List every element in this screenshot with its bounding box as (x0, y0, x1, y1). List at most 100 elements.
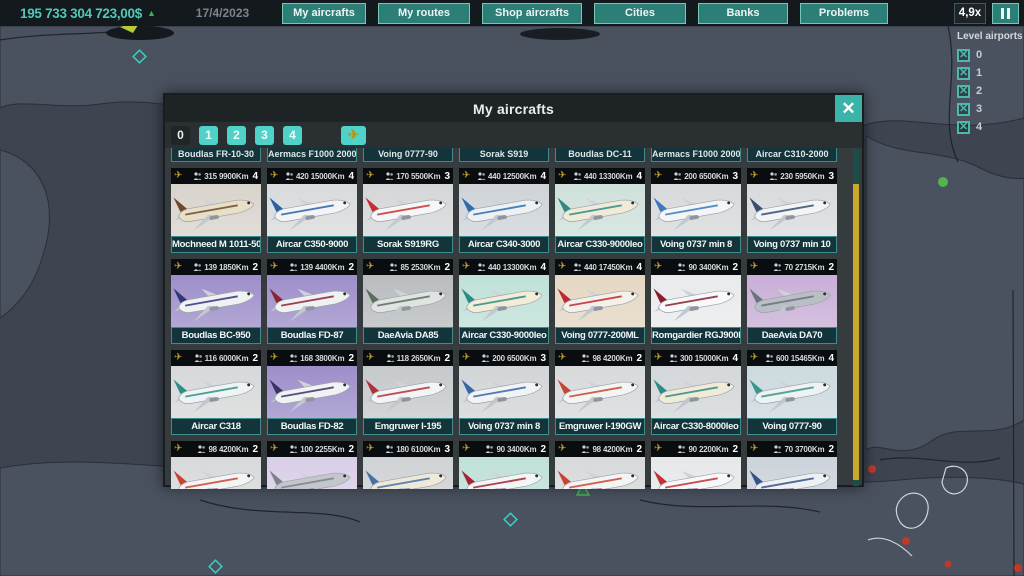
plane-icon: ✈ (270, 168, 278, 184)
my-aircrafts-button[interactable]: My aircrafts (282, 3, 366, 24)
aircraft-card[interactable]: ✈ 116 6000Km 2 Aircar C318 (171, 350, 261, 435)
aircraft-card[interactable]: ✈ 90 3400Km 2 Romgardier RGJ900LR (651, 259, 741, 344)
level-badge: 2 (348, 353, 354, 364)
aircraft-card[interactable]: ✈ 139 1850Km 2 Boudlas BC-950 (171, 259, 261, 344)
level-badge: 3 (828, 171, 834, 182)
level-badge: 2 (252, 353, 258, 364)
aircraft-card[interactable]: ✈ 85 2530Km 2 DaeAvia DA85 (363, 259, 453, 344)
aircraft-card[interactable]: ✈ 90 2200Km 2 (651, 441, 741, 489)
pause-button[interactable] (992, 3, 1019, 24)
aircraft-card[interactable]: ✈ 200 6500Km 3 Voing 0737 min 8 (459, 350, 549, 435)
aircraft-card[interactable]: ✈ 100 2255Km 2 (267, 441, 357, 489)
close-icon[interactable]: ✕ (835, 95, 862, 122)
aircraft-stats-bar: ✈ 200 6500Km 3 (459, 350, 549, 366)
level-filter-0[interactable]: ✕ 0 (957, 46, 1021, 64)
aircraft-card[interactable]: ✈ 168 3800Km 2 Boudlas FD-82 (267, 350, 357, 435)
passenger-count: 98 (208, 445, 217, 454)
passenger-count: 70 (784, 445, 793, 454)
shop-aircrafts-button[interactable]: Shop aircrafts (482, 3, 582, 24)
aircraft-card[interactable]: ✈ 70 3700Km 2 (747, 441, 837, 489)
game-speed-display[interactable]: 4,9x (954, 3, 986, 24)
plane-icon: ✈ (174, 168, 182, 184)
aircraft-stats-bar: ✈ 98 4200Km 2 (171, 441, 261, 457)
range-value: 6500Km (507, 354, 537, 363)
range-value: 12500Km (503, 172, 537, 181)
clipped-aircraft-name: Aermacs F1000 2000 (651, 148, 741, 162)
aircraft-stats-bar: ✈ 600 15465Km 4 (747, 350, 837, 366)
scrollbar-thumb[interactable] (853, 184, 859, 480)
scrollbar-track[interactable] (853, 150, 859, 486)
my-aircrafts-dialog: My aircrafts ✕ 0 1 2 3 4 ✈ Boudlas FR-10… (163, 93, 864, 487)
checkbox-x-icon[interactable]: ✕ (957, 121, 970, 134)
aircraft-card[interactable]: ✈ 98 4200Km 2 (171, 441, 261, 489)
level-filter-4[interactable]: ✕ 4 (957, 118, 1021, 136)
aircraft-card[interactable]: ✈ 200 6500Km 3 Voing 0737 min 8 (651, 168, 741, 253)
aircraft-name: Romgardier RGJ900LR (651, 327, 741, 344)
range-value: 4200Km (603, 354, 633, 363)
money-up-icon: ▲ (147, 8, 156, 18)
aircraft-image (651, 457, 741, 489)
aircraft-image (747, 366, 837, 418)
range-value: 5950Km (795, 172, 825, 181)
aircraft-card[interactable]: ✈ 440 13300Km 4 Aircar C330-9000leo (555, 168, 645, 253)
aircraft-stats-bar: ✈ 440 13300Km 4 (459, 259, 549, 275)
clipped-aircraft-name: Aircar C310-2000 (747, 148, 837, 162)
checkbox-x-icon[interactable]: ✕ (957, 85, 970, 98)
aircraft-stats-bar: ✈ 85 2530Km 2 (363, 259, 453, 275)
aircraft-image (171, 366, 261, 418)
checkbox-x-icon[interactable]: ✕ (957, 103, 970, 116)
range-value: 2530Km (411, 263, 441, 272)
aircraft-image (459, 184, 549, 236)
aircraft-card[interactable]: ✈ 420 15000Km 4 Aircar C350-9000 (267, 168, 357, 253)
my-routes-button[interactable]: My routes (378, 3, 470, 24)
tab-level-3[interactable]: 3 (255, 126, 274, 145)
aircraft-card[interactable]: ✈ 139 4400Km 2 Boudlas FD-87 (267, 259, 357, 344)
checkbox-x-icon[interactable]: ✕ (957, 49, 970, 62)
aircraft-card[interactable]: ✈ 230 5950Km 3 Voing 0737 min 10 (747, 168, 837, 253)
level-badge: 4 (540, 262, 546, 273)
tab-level-4[interactable]: 4 (283, 126, 302, 145)
passengers-icon (765, 354, 774, 362)
aircraft-card[interactable]: ✈ 98 4200Km 2 Emgruwer I-190GW (555, 350, 645, 435)
aircraft-image (171, 275, 261, 327)
aircraft-card[interactable]: ✈ 70 2715Km 2 DaeAvia DA70 (747, 259, 837, 344)
level-badge: 4 (732, 353, 738, 364)
passengers-icon (581, 445, 590, 453)
problems-button[interactable]: Problems (800, 3, 888, 24)
level-badge: 2 (636, 353, 642, 364)
tab-level-1[interactable]: 1 (199, 126, 218, 145)
banks-button[interactable]: Banks (698, 3, 788, 24)
aircraft-stats-bar: ✈ 170 5500Km 3 (363, 168, 453, 184)
level-badge: 3 (732, 171, 738, 182)
aircraft-card[interactable]: ✈ 600 15465Km 4 Voing 0777-90 (747, 350, 837, 435)
aircraft-card[interactable]: ✈ 180 6100Km 3 (363, 441, 453, 489)
aircraft-card[interactable]: ✈ 170 5500Km 3 Sorak S919RG (363, 168, 453, 253)
aircraft-card[interactable]: ✈ 98 4200Km 2 (555, 441, 645, 489)
passenger-count: 600 (776, 354, 789, 363)
level-filter-1[interactable]: ✕ 1 (957, 64, 1021, 82)
tab-level-0[interactable]: 0 (171, 126, 190, 145)
plane-icon: ✈ (462, 350, 470, 366)
aircraft-card[interactable]: ✈ 90 3400Km 2 (459, 441, 549, 489)
cities-button[interactable]: Cities (594, 3, 686, 24)
aircraft-card[interactable]: ✈ 440 17450Km 4 Voing 0777-200ML (555, 259, 645, 344)
tab-level-2[interactable]: 2 (227, 126, 246, 145)
aircraft-name: Mochneed M 1011-5000 (171, 236, 261, 253)
level-badge: 2 (828, 262, 834, 273)
aircraft-card[interactable]: ✈ 118 2650Km 2 Emgruwer I-195 (363, 350, 453, 435)
checkbox-x-icon[interactable]: ✕ (957, 67, 970, 80)
aircraft-image (651, 366, 741, 418)
aircraft-card[interactable]: ✈ 440 12500Km 4 Aircar C340-3000 (459, 168, 549, 253)
level-filter-3[interactable]: ✕ 3 (957, 100, 1021, 118)
tab-all-aircraft-plane-icon[interactable]: ✈ (341, 126, 366, 145)
aircraft-stats-bar: ✈ 98 4200Km 2 (555, 350, 645, 366)
clipped-aircraft-name: Sorak S919 (459, 148, 549, 162)
passenger-count: 440 (488, 263, 501, 272)
level-filter-2[interactable]: ✕ 2 (957, 82, 1021, 100)
aircraft-card-row: ✈ 139 1850Km 2 Boudlas BC-950 ✈ 139 (171, 259, 862, 344)
aircraft-name: Voing 0737 min 10 (747, 236, 837, 253)
aircraft-card[interactable]: ✈ 440 13300Km 4 Aircar C330-9000leo (459, 259, 549, 344)
aircraft-card[interactable]: ✈ 300 15000Km 4 Aircar C330-8000leo (651, 350, 741, 435)
aircraft-stats-bar: ✈ 420 15000Km 4 (267, 168, 357, 184)
aircraft-card[interactable]: ✈ 315 9900Km 4 Mochneed M 1011-5000 (171, 168, 261, 253)
